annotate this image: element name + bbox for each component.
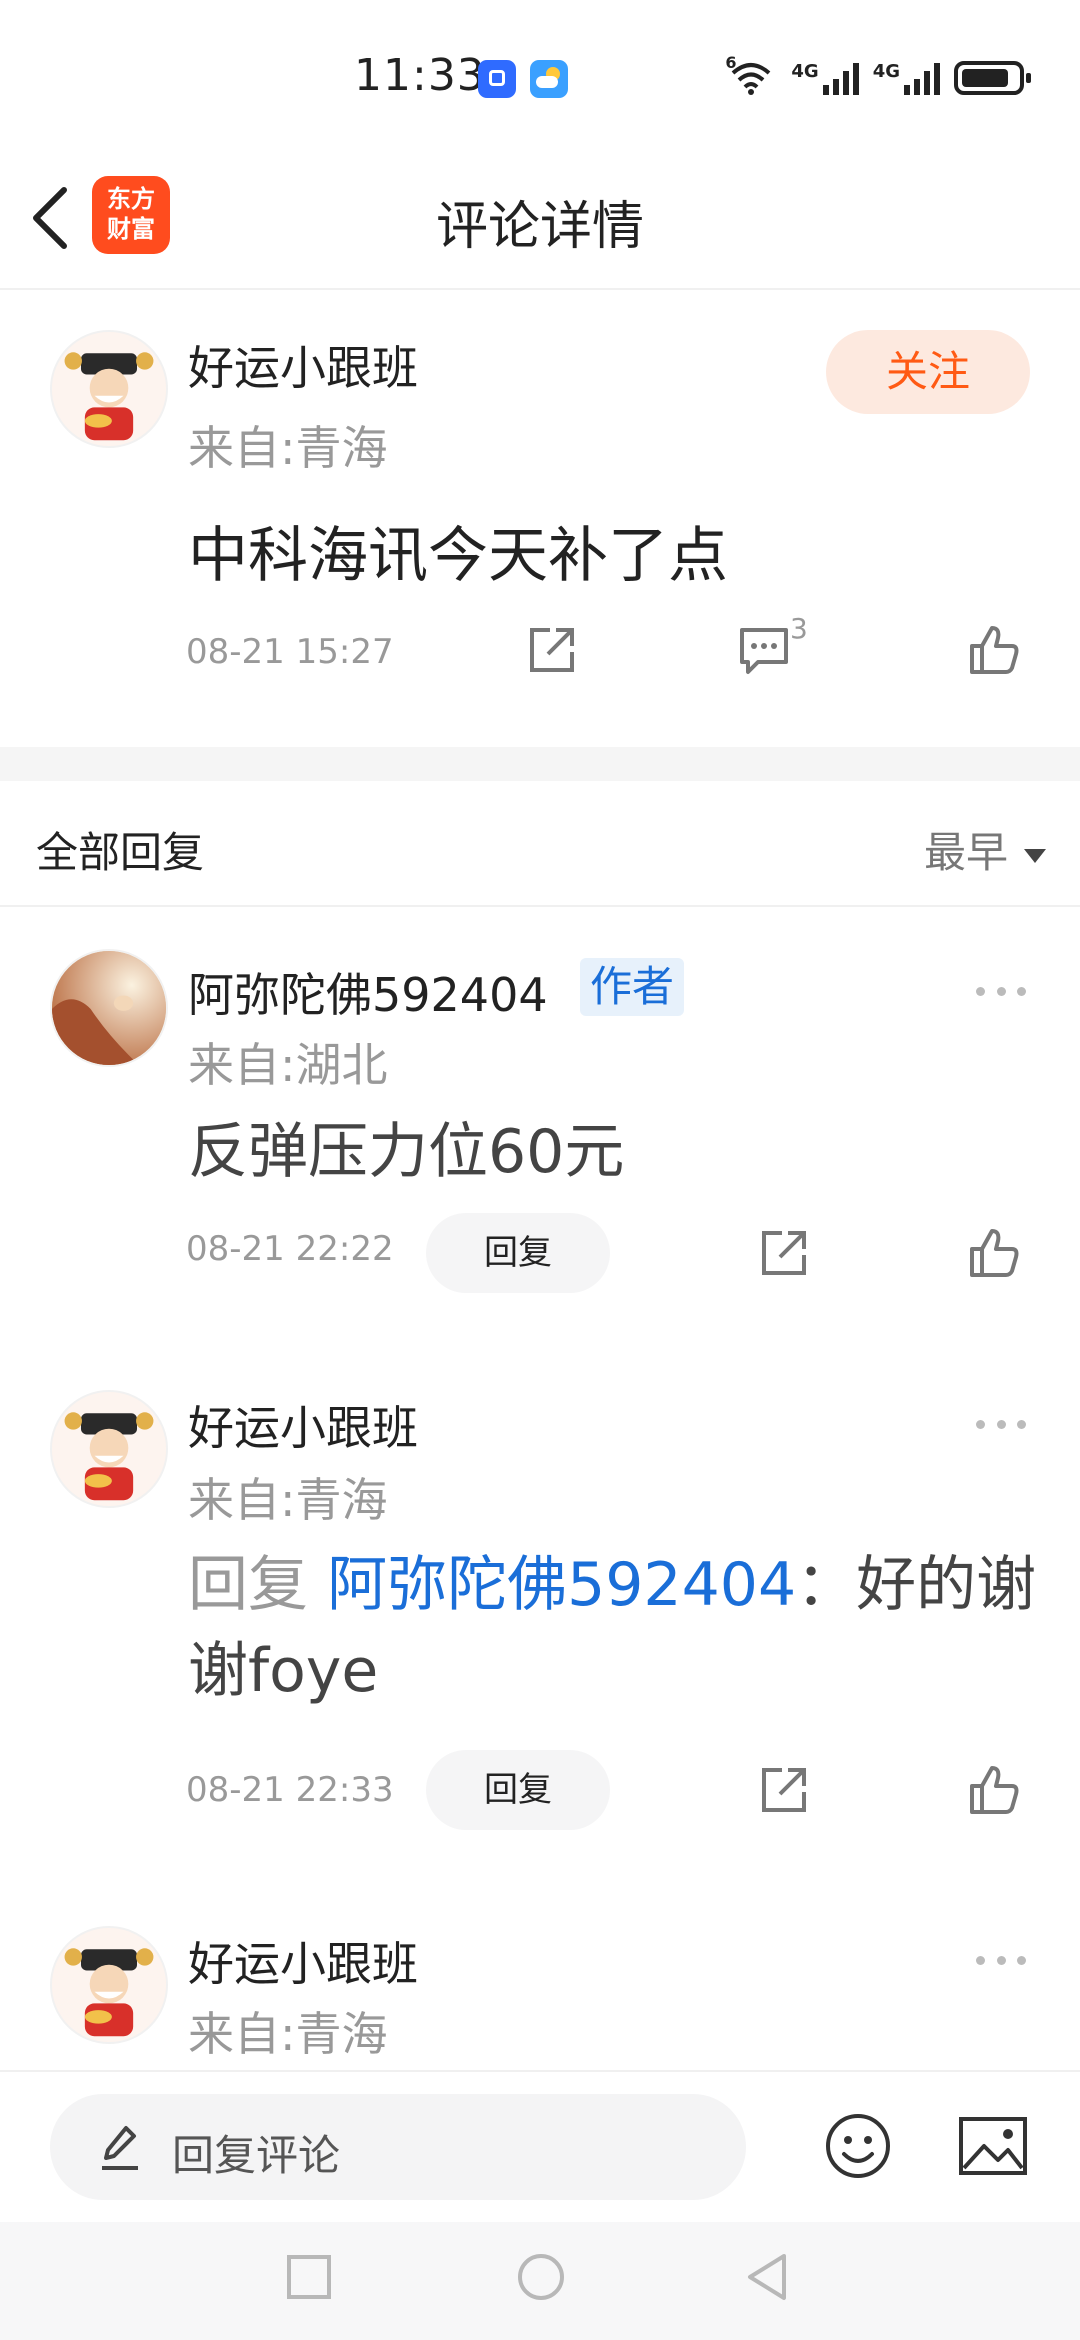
sort-label: 最早 (923, 828, 1008, 877)
like-icon[interactable] (966, 1762, 1022, 1818)
recent-apps-icon[interactable] (286, 2254, 332, 2300)
reply-item: 阿弥陀佛592404 作者 来自:湖北 反弹压力位60元 08-21 22:22… (0, 909, 1080, 1339)
more-options-button[interactable] (976, 1414, 1026, 1434)
reply-item: 好运小跟班 来自:青海 (0, 1888, 1080, 2068)
reply-username[interactable]: 好运小跟班 (188, 1928, 418, 1994)
reply-button[interactable]: 回复 (426, 1213, 610, 1293)
share-icon[interactable] (756, 1762, 812, 1818)
replies-title: 全部回复 (36, 828, 205, 877)
wifi-icon: 6 (725, 53, 777, 97)
reply-input-bar: 回复评论 (0, 2070, 1080, 2220)
battery-icon (954, 61, 1031, 95)
avatar[interactable] (50, 949, 168, 1067)
network-1-label: 4G (791, 61, 819, 82)
comment-icon[interactable] (736, 622, 792, 678)
sort-dropdown[interactable]: 最早 (924, 819, 1046, 880)
reply-location: 来自:湖北 (188, 1038, 388, 1092)
more-options-button[interactable] (976, 981, 1026, 1001)
header: 东方 财富 评论详情 (0, 150, 1080, 290)
status-time: 11:33 (354, 50, 486, 101)
avatar-image (52, 1392, 166, 1506)
post-time: 08-21 15:27 (186, 632, 394, 672)
avatar-image (52, 332, 166, 446)
system-nav-bar (0, 2222, 1080, 2340)
reply-time: 08-21 22:22 (186, 1229, 394, 1269)
post-content: 中科海讯今天补了点 (188, 521, 728, 591)
emoji-icon[interactable] (824, 2112, 892, 2180)
avatar-image (52, 1928, 166, 2042)
home-icon[interactable] (516, 2252, 566, 2302)
reply-content: 回复 阿弥陀佛592404：好的谢谢foye (188, 1542, 1038, 1714)
share-icon[interactable] (524, 622, 580, 678)
network-2-label: 4G (872, 61, 900, 82)
reply-content: 反弹压力位60元 (188, 1117, 625, 1187)
avatar[interactable] (50, 1926, 168, 2044)
back-nav-icon[interactable] (744, 2252, 790, 2302)
author-badge: 作者 (580, 958, 685, 1016)
share-icon[interactable] (756, 1225, 812, 1281)
more-options-button[interactable] (976, 1950, 1026, 1970)
avatar-image (52, 951, 166, 1065)
reply-input-placeholder: 回复评论 (172, 2131, 341, 2180)
mention-link[interactable]: 阿弥陀佛592404 (327, 1550, 796, 1620)
reply-item: 好运小跟班 来自:青海 回复 阿弥陀佛592404：好的谢谢foye 08-21… (0, 1352, 1080, 1872)
caret-down-icon (1024, 848, 1046, 863)
like-icon[interactable] (966, 1225, 1022, 1281)
follow-button[interactable]: 关注 (826, 330, 1030, 414)
signal-1-icon: 4G (791, 61, 859, 95)
weather-icon (530, 60, 568, 98)
post-location: 来自:青海 (188, 421, 388, 475)
app-notification-icon (478, 60, 516, 98)
status-indicators: 6 4G 4G (725, 53, 1031, 100)
reply-location: 来自:青海 (188, 1473, 388, 1527)
avatar[interactable] (50, 330, 168, 448)
reply-username[interactable]: 好运小跟班 (188, 1392, 418, 1458)
status-bar: 11:33 6 4G 4G (0, 0, 1080, 150)
post-username[interactable]: 好运小跟班 (188, 332, 418, 398)
comment-count: 3 (790, 612, 808, 645)
avatar[interactable] (50, 1390, 168, 1508)
reply-time: 08-21 22:33 (186, 1770, 394, 1810)
signal-2-icon: 4G (873, 61, 940, 95)
reply-prefix: 回复 (188, 1550, 308, 1620)
reply-input[interactable]: 回复评论 (50, 2094, 746, 2200)
page-title: 评论详情 (435, 197, 644, 257)
reply-username[interactable]: 阿弥陀佛592404 (188, 959, 548, 1025)
main-comment: 好运小跟班 来自:青海 关注 中科海讯今天补了点 08-21 15:27 3 (0, 292, 1080, 747)
like-icon[interactable] (966, 622, 1022, 678)
pen-icon (96, 2116, 146, 2176)
image-icon[interactable] (958, 2116, 1028, 2176)
reply-location: 来自:青海 (188, 2007, 388, 2061)
replies-header: 全部回复 最早 (0, 781, 1080, 907)
wifi-label: 6 (725, 53, 737, 72)
reply-button[interactable]: 回复 (426, 1750, 610, 1830)
section-divider (0, 747, 1080, 781)
